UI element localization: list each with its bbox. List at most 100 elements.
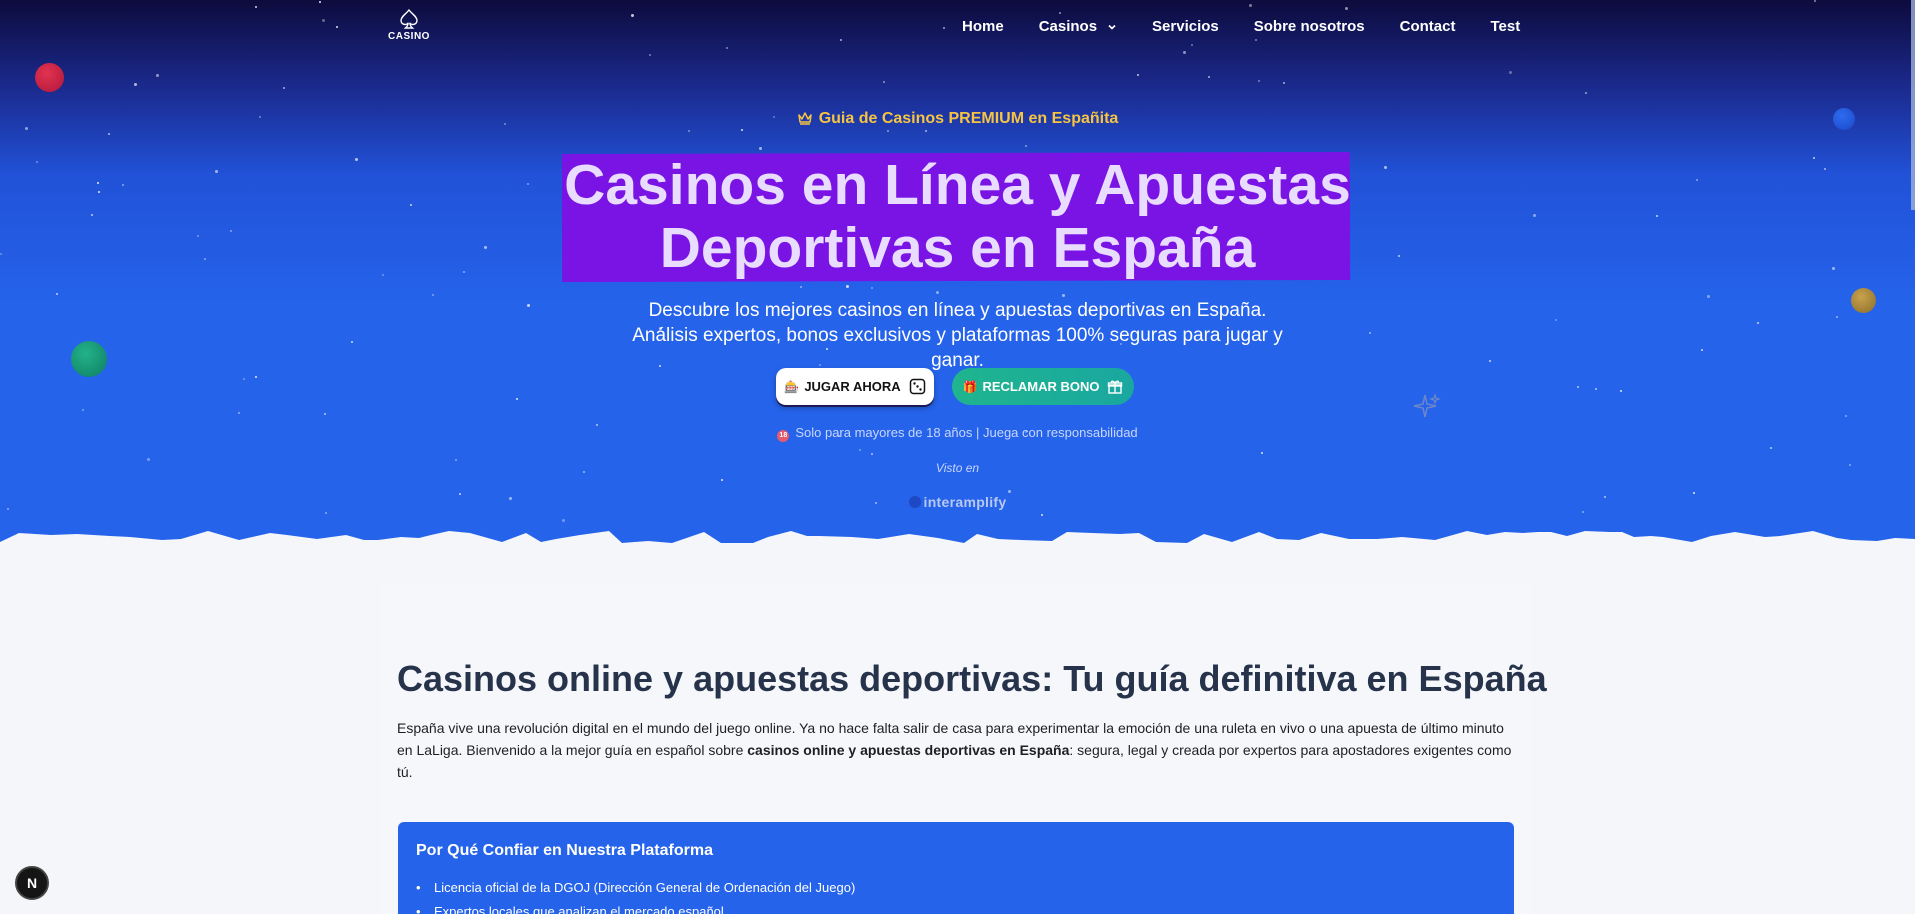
chevron-down-icon xyxy=(1108,24,1116,30)
star-dot xyxy=(943,27,945,29)
trust-list: Licencia oficial de la DGOJ (Dirección G… xyxy=(416,876,855,914)
star-dot xyxy=(759,147,762,150)
brand-logo-icon xyxy=(908,496,921,508)
trust-box: Por Qué Confiar en Nuestra Plataforma Li… xyxy=(398,822,1514,914)
star-dot xyxy=(56,293,58,295)
age-notice-text: Solo para mayores de 18 años | Juega con… xyxy=(795,425,1138,440)
nav-item-home[interactable]: Home xyxy=(962,18,1004,35)
star-dot xyxy=(134,83,137,86)
featured-brand[interactable]: interamplify xyxy=(0,494,1915,510)
dice-icon xyxy=(909,378,925,395)
age-notice: 18 Solo para mayores de 18 años | Juega c… xyxy=(0,425,1915,442)
star-dot xyxy=(562,519,565,522)
play-now-button[interactable]: 🎰 JUGAR AHORA xyxy=(776,368,934,405)
snow-edge-decoration xyxy=(0,531,1915,548)
hero-title-line1: Casinos en Línea y Apuestas xyxy=(564,153,1351,217)
star-dot xyxy=(1595,388,1597,390)
star-dot xyxy=(1845,415,1847,417)
star-dot xyxy=(283,87,285,89)
star-dot xyxy=(324,413,326,415)
star-dot xyxy=(82,409,84,411)
star-dot xyxy=(1183,51,1186,54)
star-dot xyxy=(871,287,873,289)
star-dot xyxy=(1208,76,1210,78)
star-dot xyxy=(336,26,338,28)
star-dot xyxy=(243,378,245,380)
star-dot xyxy=(1062,294,1065,297)
star-dot xyxy=(721,479,723,481)
star-dot xyxy=(156,74,159,77)
star-dot xyxy=(1249,4,1252,7)
star-dot xyxy=(1577,386,1579,388)
star-dot xyxy=(1582,511,1584,513)
nav-item-contact[interactable]: Contact xyxy=(1400,18,1456,35)
dev-tools-badge[interactable]: N xyxy=(15,866,49,900)
nav-item-casinos[interactable]: Casinos xyxy=(1039,18,1117,35)
gold-orb-decoration xyxy=(1851,288,1876,313)
star-dot xyxy=(741,129,743,131)
star-dot xyxy=(1258,80,1260,82)
star-dot xyxy=(351,341,353,343)
star-dot xyxy=(925,130,927,132)
brand-name: interamplify xyxy=(923,494,1007,510)
star-dot xyxy=(936,291,939,294)
star-dot xyxy=(726,47,728,49)
nav-item-test[interactable]: Test xyxy=(1490,18,1520,35)
star-dot xyxy=(846,285,849,288)
nav-item-sobre-nosotros[interactable]: Sobre nosotros xyxy=(1254,18,1365,35)
star-dot xyxy=(1283,82,1285,84)
star-dot xyxy=(238,412,240,414)
claim-bonus-button[interactable]: 🎁 RECLAMAR BONO xyxy=(952,368,1134,405)
nav-item-label: Test xyxy=(1490,18,1521,35)
star-dot xyxy=(108,133,110,135)
crown-icon xyxy=(797,112,812,125)
star-dot xyxy=(1255,39,1257,41)
list-item: Expertos locales que analizan el mercado… xyxy=(416,900,855,914)
star-dot xyxy=(1814,0,1816,2)
claim-bonus-label: RECLAMAR BONO xyxy=(982,379,1100,394)
hero-title: Casinos en Línea y Apuestas Deportivas e… xyxy=(0,154,1915,280)
star-dot xyxy=(322,19,325,22)
gift-icon xyxy=(1108,379,1123,394)
star-dot xyxy=(255,376,257,378)
site-logo[interactable]: CASINO xyxy=(386,8,432,42)
star-dot xyxy=(688,130,690,132)
star-dot xyxy=(1585,92,1587,94)
nav-item-label: Sobre nosotros xyxy=(1253,18,1365,35)
hero-tagline: Guia de Casinos PREMIUM en Españita xyxy=(0,110,1915,128)
hero-section: CASINO Home Casinos Servicios Sobre noso… xyxy=(0,0,1915,548)
green-orb-decoration xyxy=(71,341,107,377)
star-dot xyxy=(1836,316,1838,318)
star-dot xyxy=(859,449,861,451)
star-dot xyxy=(1261,452,1263,454)
hero-subtitle: Descubre los mejores casinos en línea y … xyxy=(632,300,1283,371)
star-dot xyxy=(1137,74,1139,76)
tagline-text: Guia de Casinos PREMIUM en Españita xyxy=(818,110,1119,127)
star-dot xyxy=(1369,332,1371,334)
star-dot xyxy=(887,130,889,132)
star-dot xyxy=(1059,12,1061,14)
nav-item-label: Contact xyxy=(1399,18,1456,35)
star-dot xyxy=(1770,447,1772,449)
star-dot xyxy=(871,453,873,455)
red-orb-decoration xyxy=(35,63,64,92)
scrollbar[interactable] xyxy=(1911,0,1915,210)
star-dot xyxy=(840,39,842,41)
seen-in-label: Visto en xyxy=(935,461,980,475)
star-dot xyxy=(1757,322,1759,324)
hero-title-line2: Deportivas en España xyxy=(659,216,1256,280)
spade-icon xyxy=(400,8,418,29)
star-dot xyxy=(1008,490,1011,493)
star-dot xyxy=(1489,360,1491,362)
star-dot xyxy=(255,6,257,8)
star-dot xyxy=(649,54,651,56)
star-dot xyxy=(1555,319,1557,321)
logo-text: CASINO xyxy=(388,31,430,42)
star-dot xyxy=(516,398,518,400)
main-content: Casinos online y apuestas deportivas: Tu… xyxy=(380,584,1547,914)
nav-item-label: Casinos xyxy=(1038,18,1098,35)
content-heading: Casinos online y apuestas deportivas: Tu… xyxy=(397,658,1547,699)
play-now-label: JUGAR AHORA xyxy=(804,379,901,394)
nav-item-servicios[interactable]: Servicios xyxy=(1152,18,1219,35)
list-item: Licencia oficial de la DGOJ (Dirección G… xyxy=(416,876,855,900)
